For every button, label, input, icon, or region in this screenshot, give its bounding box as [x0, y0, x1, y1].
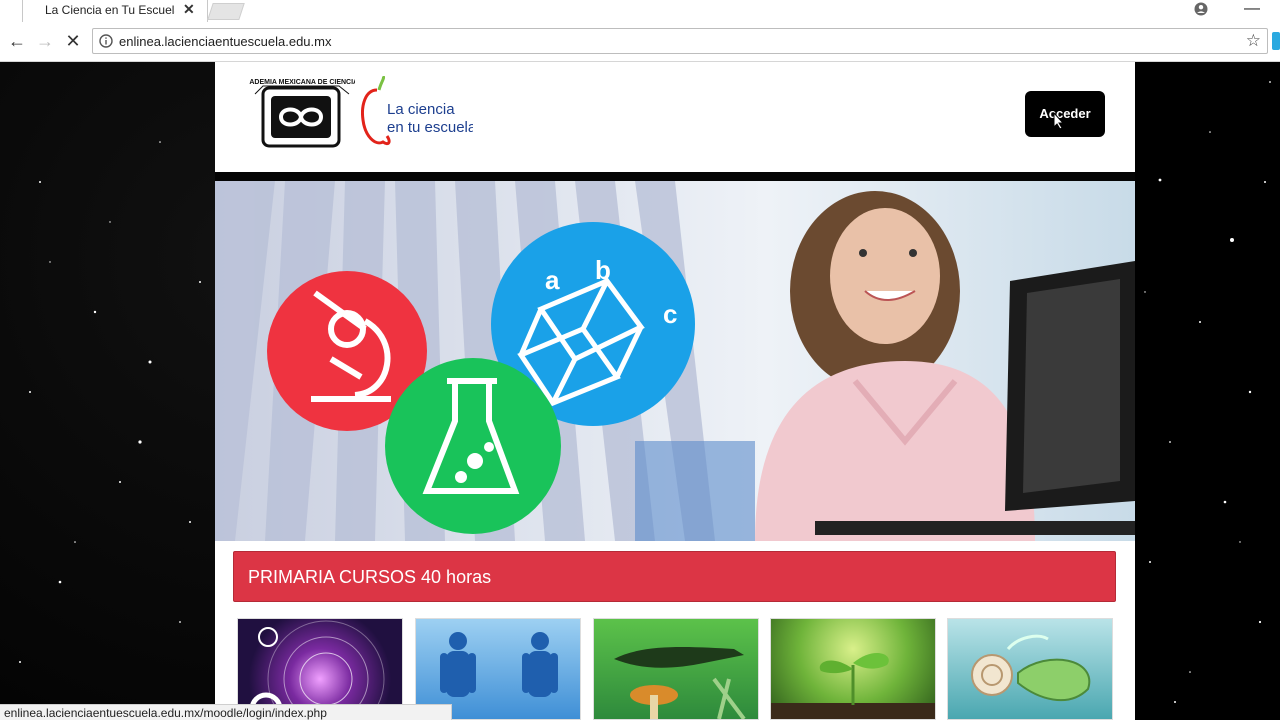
teacher-photo	[755, 191, 1035, 541]
address-bar[interactable]: enlinea.lacienciaentuescuela.edu.mx ☆	[92, 28, 1268, 54]
back-icon[interactable]: ←	[6, 30, 28, 52]
status-bar: enlinea.lacienciaentuescuela.edu.mx/mood…	[0, 704, 452, 720]
browser-tab[interactable]: La Ciencia en Tu Escuela ✕	[22, 0, 208, 22]
mouse-cursor-icon	[1053, 112, 1065, 130]
course-card-plants[interactable]	[770, 618, 936, 720]
forward-icon[interactable]: →	[34, 30, 56, 52]
course-thumbnail-snail	[971, 634, 1091, 702]
flask-circle-icon	[385, 358, 561, 534]
extension-icon[interactable]	[1272, 32, 1280, 50]
stop-icon[interactable]: ✕	[62, 30, 84, 52]
minimize-icon[interactable]: —	[1244, 0, 1260, 18]
close-tab-icon[interactable]: ✕	[183, 1, 195, 18]
course-card-animals[interactable]	[593, 618, 759, 720]
svg-text:en tu escuela: en tu escuela	[387, 119, 473, 136]
info-icon[interactable]	[99, 34, 113, 48]
login-button[interactable]: Acceder	[1025, 91, 1105, 137]
url-text[interactable]: enlinea.lacienciaentuescuela.edu.mx	[119, 34, 331, 49]
svg-text:ACADEMIA MEXICANA DE CIENCIAS: ACADEMIA MEXICANA DE CIENCIAS	[249, 79, 355, 86]
section-title: PRIMARIA CURSOS 40 horas	[248, 567, 492, 587]
header-divider	[215, 172, 1135, 181]
hero-illustration: a b c	[215, 181, 1135, 541]
page-viewport: ACADEMIA MEXICANA DE CIENCIAS La ciencia…	[0, 62, 1280, 720]
course-thumbnail-animals	[614, 647, 746, 719]
la-ciencia-en-tu-escuela-logo[interactable]: La ciencia en tu escuela	[361, 76, 473, 148]
hero-banner: a b c	[215, 181, 1135, 541]
browser-toolbar: ← → ✕ enlinea.lacienciaentuescuela.edu.m…	[0, 22, 1280, 62]
tab-title: La Ciencia en Tu Escuela	[45, 3, 175, 17]
page-container: ACADEMIA MEXICANA DE CIENCIAS La ciencia…	[215, 62, 1135, 720]
svg-text:a: a	[545, 265, 560, 295]
status-url: enlinea.lacienciaentuescuela.edu.mx/mood…	[4, 706, 327, 720]
bookmark-star-icon[interactable]: ☆	[1246, 31, 1261, 51]
new-tab-button[interactable]	[207, 3, 245, 20]
section-header-primaria: PRIMARIA CURSOS 40 horas	[233, 551, 1116, 602]
svg-text:La ciencia: La ciencia	[387, 101, 455, 118]
course-card-snail[interactable]	[947, 618, 1113, 720]
svg-text:c: c	[663, 299, 677, 329]
svg-text:b: b	[595, 255, 611, 285]
site-header: ACADEMIA MEXICANA DE CIENCIAS La ciencia…	[215, 62, 1135, 172]
academia-mexicana-logo[interactable]: ACADEMIA MEXICANA DE CIENCIAS	[249, 76, 355, 150]
profile-icon[interactable]	[1194, 2, 1208, 16]
course-thumbnail-plants	[771, 653, 935, 719]
tab-strip: La Ciencia en Tu Escuela ✕ —	[0, 0, 1280, 22]
